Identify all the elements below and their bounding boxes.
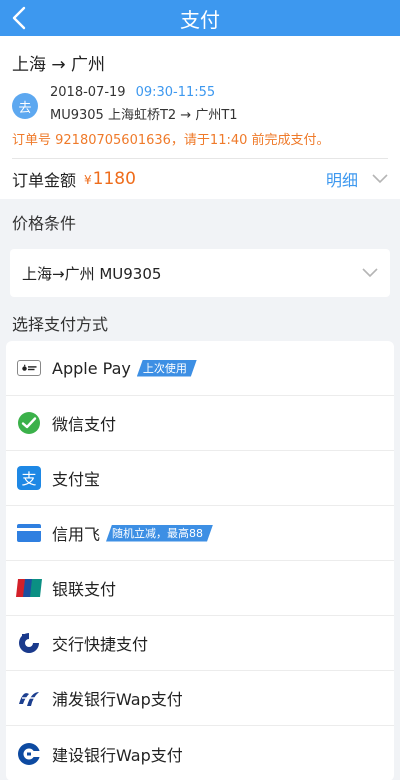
payment-option-credit-fly[interactable]: 信用飞 随机立减，最高88 — [6, 506, 394, 561]
payment-option-bocom[interactable]: 交行快捷支付 — [6, 616, 394, 671]
payment-option-ccb[interactable]: 建设银行Wap支付 — [6, 726, 394, 780]
order-amount-row: 订单金额 ¥1180 明细 — [0, 159, 400, 199]
apple-pay-icon — [16, 355, 42, 381]
back-arrow-icon — [12, 6, 26, 30]
payment-option-alipay[interactable]: 支 支付宝 — [6, 451, 394, 506]
amount-number: 1180 — [92, 169, 136, 189]
payment-option-label: 银联支付 — [52, 580, 117, 599]
page-title: 支付 — [180, 7, 220, 32]
trip-route: 上海 → 广州 — [12, 55, 106, 75]
flight-time: 09:30-11:55 — [135, 85, 216, 100]
detail-button[interactable]: 明细 — [326, 167, 388, 191]
payment-option-label: Apple Pay — [52, 358, 131, 378]
payment-option-wechat[interactable]: 微信支付 — [6, 396, 394, 451]
unionpay-icon — [16, 575, 42, 601]
flight-detail: MU9305 上海虹桥T2 → 广州T1 — [50, 108, 238, 123]
payment-option-label: 支付宝 — [52, 470, 101, 489]
flight-date: 2018-07-19 — [50, 85, 126, 100]
flight-info: 去 2018-07-19 09:30-11:55 MU9305 上海虹桥T2 → … — [12, 85, 388, 123]
svg-text:支: 支 — [21, 470, 36, 488]
ccb-icon — [16, 741, 42, 767]
chevron-down-icon — [372, 174, 388, 184]
currency-symbol: ¥ — [84, 173, 92, 187]
bocom-icon — [16, 630, 42, 656]
last-used-tag: 上次使用 — [137, 360, 197, 377]
price-condition-title: 价格条件 — [12, 214, 77, 233]
price-condition-selector[interactable]: 上海→广州 MU9305 — [10, 249, 390, 297]
payment-option-apple-pay[interactable]: Apple Pay 上次使用 — [6, 341, 394, 396]
outbound-badge: 去 — [12, 93, 38, 119]
payment-option-label: 浦发银行Wap支付 — [52, 690, 183, 709]
payment-method-list: Apple Pay 上次使用 微信支付 支 支付宝 信用飞 随机立减，最高88 … — [6, 341, 394, 780]
credit-card-icon — [16, 520, 42, 546]
payment-option-label: 交行快捷支付 — [52, 635, 149, 654]
payment-method-title: 选择支付方式 — [12, 315, 109, 334]
promotion-tag: 随机立减，最高88 — [106, 525, 213, 542]
chevron-down-icon — [362, 268, 378, 278]
payment-option-label: 微信支付 — [52, 415, 117, 434]
order-amount-value: ¥1180 — [84, 169, 136, 189]
payment-deadline-notice: 订单号 92180705601636，请于11:40 前完成支付。 — [12, 133, 330, 148]
detail-label: 明细 — [325, 171, 358, 190]
price-condition-value: 上海→广州 MU9305 — [22, 264, 162, 283]
payment-option-spdb[interactable]: 浦发银行Wap支付 — [6, 671, 394, 726]
order-amount-label: 订单金额 — [12, 171, 77, 190]
payment-option-label: 信用飞 — [52, 525, 101, 544]
spdb-icon — [16, 685, 42, 711]
wechat-pay-icon — [16, 410, 42, 436]
back-button[interactable] — [6, 4, 32, 32]
payment-option-label: 建设银行Wap支付 — [52, 745, 183, 765]
trip-card: 上海 → 广州 去 2018-07-19 09:30-11:55 MU9305 上… — [0, 36, 400, 158]
payment-option-unionpay[interactable]: 银联支付 — [6, 561, 394, 616]
nav-bar: 支付 — [0, 0, 400, 36]
alipay-icon: 支 — [16, 465, 42, 491]
